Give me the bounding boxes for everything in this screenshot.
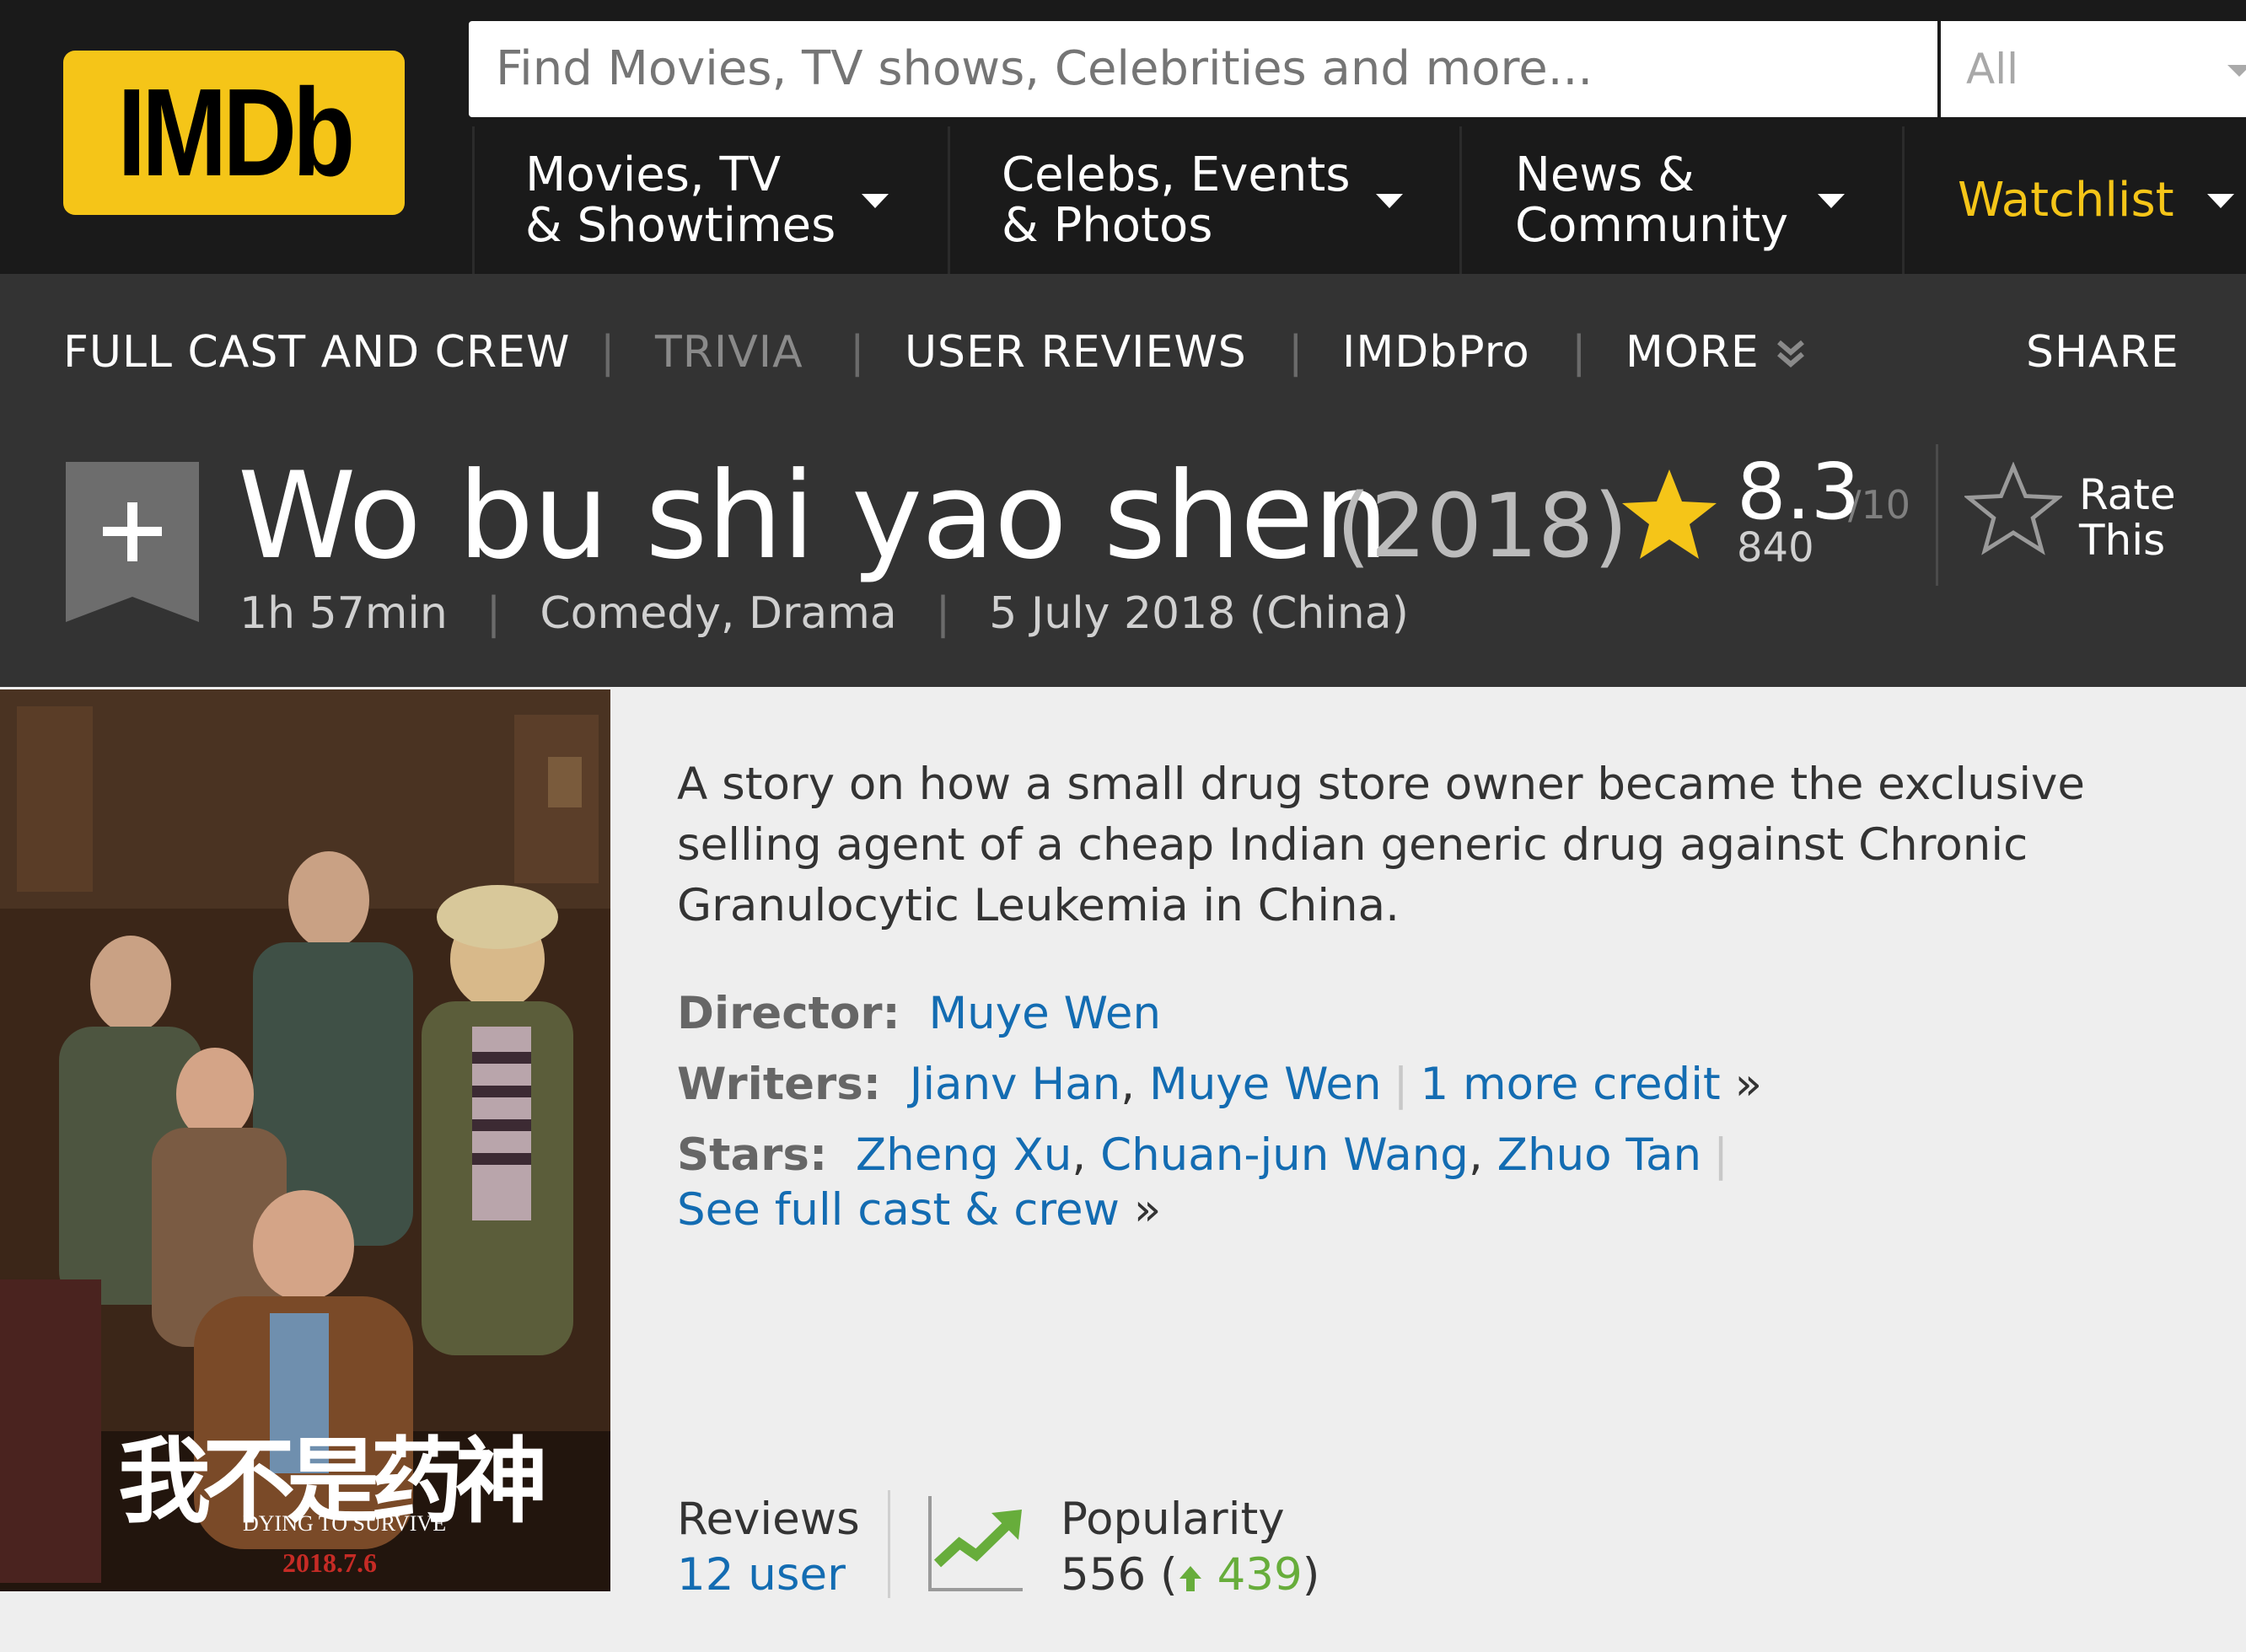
separator: | (850, 327, 865, 378)
nav-watchlist[interactable]: Watchlist (1958, 126, 2174, 274)
writers-credit: Writers: Jianv Han, Muye Wen | 1 more cred… (677, 1059, 1762, 1110)
chevron-down-icon (2227, 65, 2246, 77)
director-label: Director: (677, 988, 900, 1039)
writers-label: Writers: (677, 1059, 881, 1110)
comma: , (1468, 1129, 1483, 1181)
nav-celebs-events-photos[interactable]: Celebs, Events & Photos (1002, 126, 1351, 274)
arrow: » (1133, 1184, 1162, 1236)
separator: | (1572, 327, 1587, 378)
trending-up-icon (928, 1496, 1023, 1591)
comma: , (1072, 1129, 1087, 1181)
more-menu[interactable]: MORE (1625, 327, 1760, 378)
poster-title-en: DYING TO SURVIVE (243, 1511, 447, 1536)
star-outline-icon[interactable] (1964, 462, 2062, 556)
comma: , (1120, 1059, 1136, 1110)
add-to-watchlist-icon[interactable] (66, 462, 199, 622)
share-button[interactable]: SHARE (2026, 327, 2179, 378)
separator: | (1393, 1059, 1409, 1110)
nav-label: News & Community (1515, 147, 1789, 253)
movie-poster[interactable]: 我不是药神 DYING TO SURVIVE 2018.7.6 (0, 689, 610, 1591)
stars-label: Stars: (677, 1129, 828, 1181)
more-credit-link[interactable]: 1 more credit (1420, 1059, 1720, 1110)
full-cast-row: See full cast & crew » (677, 1184, 1161, 1236)
separator: | (935, 588, 951, 639)
nav-divider (472, 126, 475, 274)
reviews-heading: Reviews (677, 1494, 860, 1545)
separator: | (600, 327, 615, 378)
nav-label: Movies, TV & Showtimes (525, 147, 836, 253)
rate-this-button[interactable]: Rate This (2079, 472, 2176, 563)
chevron-down-icon[interactable] (2207, 194, 2234, 208)
user-reviews-count-link[interactable]: 12 user (677, 1549, 846, 1601)
release-year-link[interactable]: (2018) (1336, 475, 1628, 577)
search-category-label: All (1966, 45, 2018, 94)
search-category-select[interactable]: All (1941, 21, 2246, 117)
popularity-heading: Popularity (1061, 1494, 1285, 1545)
chevron-down-icon[interactable] (1376, 194, 1403, 208)
rating-value: 8.3 (1737, 447, 1861, 537)
star-link[interactable]: Zheng Xu (856, 1129, 1072, 1181)
imdb-logo[interactable]: IMDb (63, 51, 405, 215)
writer-link[interactable]: Muye Wen (1149, 1059, 1382, 1110)
nav-divider (1459, 126, 1462, 274)
star-link[interactable]: Chuan-jun Wang (1100, 1129, 1469, 1181)
logo-text: IMDb (117, 62, 355, 202)
separator: | (486, 588, 502, 639)
nav-news-community[interactable]: News & Community (1515, 126, 1788, 274)
poster-date: 2018.7.6 (282, 1547, 377, 1578)
double-chevron-down-icon[interactable] (1776, 337, 1806, 371)
nav-divider (1902, 126, 1905, 274)
divider (1936, 444, 1938, 586)
user-reviews-link[interactable]: USER REVIEWS (905, 327, 1247, 378)
top-navbar: IMDb All Movies, TV & Showtimes Celebs, … (0, 0, 2246, 274)
rating-max: /10 (1848, 482, 1911, 528)
search-input[interactable] (469, 21, 1937, 117)
separator: | (1713, 1129, 1728, 1181)
star-icon (1622, 469, 1717, 559)
imdbpro-link[interactable]: IMDbPro (1342, 327, 1530, 378)
nav-divider (948, 126, 950, 274)
director-link[interactable]: Muye Wen (928, 988, 1161, 1039)
page-title: Wo bu shi yao shen (238, 447, 1389, 586)
writer-link[interactable]: Jianv Han (910, 1059, 1121, 1110)
runtime: 1h 57min (239, 588, 448, 639)
arrow-up-icon (1179, 1566, 1201, 1591)
vote-count-link[interactable]: 840 (1737, 524, 1814, 571)
full-cast-link[interactable]: FULL CAST AND CREW (63, 327, 570, 378)
nav-label: Celebs, Events & Photos (1002, 147, 1351, 253)
arrow: » (1734, 1059, 1763, 1110)
chevron-down-icon[interactable] (1818, 194, 1845, 208)
star-link[interactable]: Zhuo Tan (1497, 1129, 1701, 1181)
plot-summary: A story on how a small drug store owner … (677, 759, 2086, 931)
popularity-rank: 556 (1061, 1549, 1147, 1601)
director-credit: Director: Muye Wen (677, 988, 1161, 1039)
nav-movies-tv-showtimes[interactable]: Movies, TV & Showtimes (525, 126, 836, 274)
see-full-cast-link[interactable]: See full cast & crew (677, 1184, 1120, 1236)
divider (888, 1490, 890, 1598)
separator: | (1288, 327, 1303, 378)
genres-link[interactable]: Comedy, Drama (540, 588, 896, 639)
nav-label: Watchlist (1958, 172, 2174, 228)
trivia-link[interactable]: TRIVIA (655, 327, 803, 378)
title-meta: 1h 57min | Comedy, Drama | 5 July 2018 (Chin… (239, 588, 1409, 639)
popularity-change: 439 (1217, 1549, 1303, 1601)
popularity-value: 556 ( 439) (1061, 1549, 1320, 1601)
stars-credit: Stars: Zheng Xu, Chuan-jun Wang, Zhuo Ta… (677, 1129, 1740, 1181)
release-date-link[interactable]: 5 July 2018 (China) (989, 588, 1409, 639)
chevron-down-icon[interactable] (862, 194, 889, 208)
